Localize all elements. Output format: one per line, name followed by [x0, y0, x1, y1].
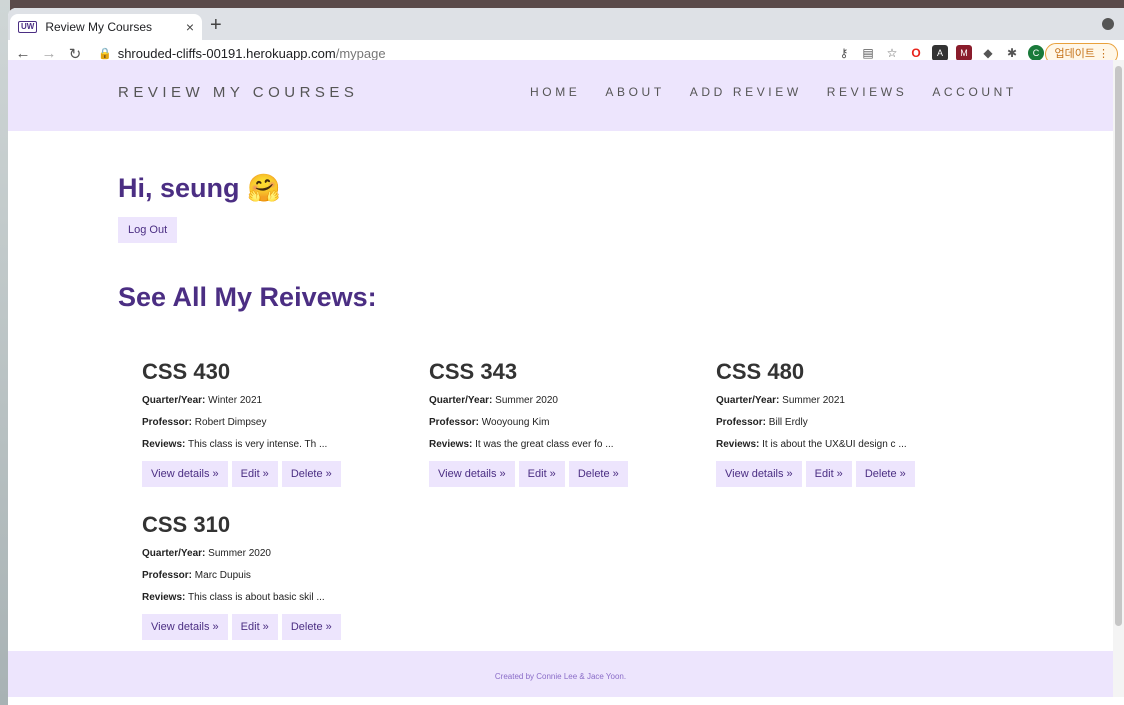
review-label: Reviews: [142, 592, 186, 603]
puzzle-icon[interactable]: ✱ [1004, 45, 1020, 61]
url-path: /mypage [335, 46, 386, 61]
course-code: CSS 430 [142, 359, 231, 384]
card-actions: View details » Edit » Delete » [429, 461, 679, 487]
tab-title: Review My Courses [45, 20, 153, 34]
professor-value: Robert Dimpsey [194, 417, 267, 428]
view-details-button[interactable]: View details » [429, 461, 515, 487]
edit-button[interactable]: Edit » [518, 461, 565, 487]
professor-value: Bill Erdly [768, 417, 808, 428]
view-details-button[interactable]: View details » [142, 461, 228, 487]
logout-button[interactable]: Log Out [118, 217, 178, 243]
section-title: See All My Reivews: [118, 282, 377, 312]
nav-add-review[interactable]: ADD REVIEW [690, 85, 802, 99]
quarter-value: Summer 2021 [782, 395, 845, 406]
site-header: REVIEW MY COURSES HOME ABOUT ADD REVIEW … [8, 60, 1113, 131]
quarter-row: Quarter/Year: Summer 2020 [429, 395, 679, 406]
opera-extension-icon[interactable]: O [908, 45, 924, 61]
url-host: shrouded-cliffs-00191.herokuapp.com [117, 46, 336, 61]
course-card: CSS 430 Quarter/Year: Winter 2021 Profes… [142, 359, 392, 487]
uw-favicon-icon: UW [18, 21, 38, 33]
browser-tab[interactable]: UW Review My Courses × [10, 14, 202, 40]
toolbar-icons: ⚷ ▤ ☆ O A M ◆ ✱ C [836, 45, 1044, 61]
review-row: Reviews: It was the great class ever fo … [429, 439, 679, 450]
professor-row: Professor: Marc Dupuis [142, 570, 392, 581]
quarter-row: Quarter/Year: Winter 2021 [142, 395, 392, 406]
delete-button[interactable]: Delete » [855, 461, 915, 487]
professor-row: Professor: Bill Erdly [716, 417, 966, 428]
edit-button[interactable]: Edit » [231, 614, 278, 640]
update-label: 업데이트 [1054, 48, 1095, 60]
page-scrollbar[interactable] [1113, 60, 1124, 697]
lock-icon[interactable]: 🔒 [98, 47, 112, 60]
review-value: It was the great class ever fo ... [475, 439, 614, 450]
nav-account[interactable]: ACCOUNT [932, 85, 1017, 99]
site-footer: Created by Connie Lee & Jace Yoon. [8, 651, 1113, 697]
professor-label: Professor: [429, 417, 480, 428]
professor-label: Professor: [142, 570, 193, 581]
card-actions: View details » Edit » Delete » [142, 461, 392, 487]
quarter-label: Quarter/Year: [429, 395, 493, 406]
tab-close-icon[interactable]: × [186, 19, 194, 35]
quarter-row: Quarter/Year: Summer 2020 [142, 548, 392, 559]
review-label: Reviews: [716, 439, 760, 450]
review-value: It is about the UX&UI design c ... [762, 439, 907, 450]
review-row: Reviews: This class is about basic skil … [142, 592, 392, 603]
card-actions: View details » Edit » Delete » [142, 614, 392, 640]
star-icon[interactable]: ☆ [884, 45, 900, 61]
tab-search-icon[interactable] [1102, 18, 1114, 30]
professor-label: Professor: [716, 417, 767, 428]
greeting-heading: Hi, seung 🤗 [118, 173, 281, 203]
quarter-label: Quarter/Year: [142, 395, 206, 406]
new-tab-icon[interactable]: + [210, 14, 222, 37]
quarter-value: Summer 2020 [495, 395, 558, 406]
professor-value: Marc Dupuis [194, 570, 251, 581]
review-row: Reviews: It is about the UX&UI design c … [716, 439, 966, 450]
professor-label: Professor: [142, 417, 193, 428]
review-value: This class is about basic skil ... [187, 592, 325, 603]
quarter-value: Summer 2020 [208, 548, 271, 559]
delete-button[interactable]: Delete » [281, 614, 341, 640]
professor-row: Professor: Wooyoung Kim [429, 417, 679, 428]
scrollbar-thumb[interactable] [1115, 66, 1122, 626]
profile-avatar-icon[interactable]: C [1028, 45, 1044, 61]
nav-about[interactable]: ABOUT [605, 85, 664, 99]
extension-dark-icon[interactable]: A [932, 45, 948, 61]
quarter-row: Quarter/Year: Summer 2021 [716, 395, 966, 406]
card-actions: View details » Edit » Delete » [716, 461, 966, 487]
view-details-button[interactable]: View details » [142, 614, 228, 640]
key-icon[interactable]: ⚷ [836, 45, 852, 61]
review-value: This class is very intense. Th ... [187, 439, 328, 450]
professor-value: Wooyoung Kim [481, 417, 550, 428]
course-card: CSS 310 Quarter/Year: Summer 2020 Profes… [142, 512, 392, 640]
quarter-label: Quarter/Year: [716, 395, 780, 406]
web-page: REVIEW MY COURSES HOME ABOUT ADD REVIEW … [8, 60, 1113, 697]
course-card: CSS 343 Quarter/Year: Summer 2020 Profes… [429, 359, 679, 487]
nav-reviews[interactable]: REVIEWS [827, 85, 908, 99]
professor-row: Professor: Robert Dimpsey [142, 417, 392, 428]
edit-button[interactable]: Edit » [805, 461, 852, 487]
course-code: CSS 480 [716, 359, 805, 384]
extension-maroon-icon[interactable]: M [956, 45, 972, 61]
edit-button[interactable]: Edit » [231, 461, 278, 487]
nav-home[interactable]: HOME [530, 85, 580, 99]
address-bar[interactable]: shrouded-cliffs-00191.herokuapp.com/mypa… [118, 46, 386, 61]
course-code: CSS 310 [142, 512, 231, 537]
tab-strip: UW Review My Courses × + [8, 8, 1124, 40]
course-code: CSS 343 [429, 359, 518, 384]
shield-icon[interactable]: ◆ [980, 45, 996, 61]
site-brand[interactable]: REVIEW MY COURSES [118, 84, 358, 101]
site-nav: HOME ABOUT ADD REVIEW REVIEWS ACCOUNT [530, 85, 1017, 99]
delete-button[interactable]: Delete » [281, 461, 341, 487]
quarter-value: Winter 2021 [208, 395, 263, 406]
view-details-button[interactable]: View details » [716, 461, 802, 487]
course-card: CSS 480 Quarter/Year: Summer 2021 Profes… [716, 359, 966, 487]
review-label: Reviews: [142, 439, 186, 450]
delete-button[interactable]: Delete » [568, 461, 628, 487]
translate-icon[interactable]: ▤ [860, 45, 876, 61]
quarter-label: Quarter/Year: [142, 548, 206, 559]
review-row: Reviews: This class is very intense. Th … [142, 439, 392, 450]
review-label: Reviews: [429, 439, 473, 450]
